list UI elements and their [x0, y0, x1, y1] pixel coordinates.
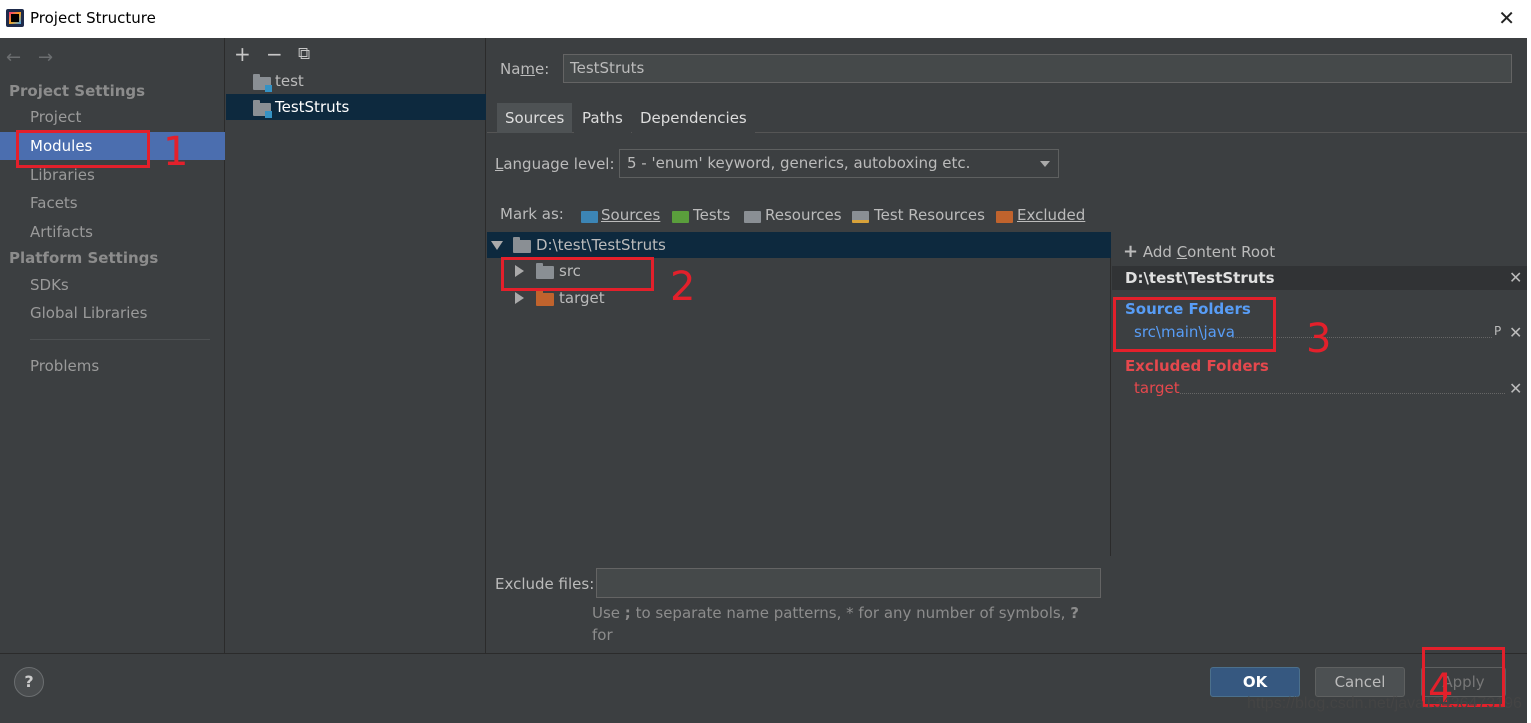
excluded-folder-path[interactable]: target — [1134, 379, 1180, 397]
language-level-label: Language level: — [495, 155, 615, 173]
remove-source-folder-icon[interactable]: ✕ — [1509, 323, 1522, 342]
project-settings-header: Project Settings — [9, 82, 146, 100]
annotation-number-3: 3 — [1306, 316, 1332, 362]
add-content-root-link[interactable]: + Add Content Root — [1123, 241, 1275, 262]
intellij-app-icon — [6, 9, 24, 27]
annotation-number-2: 2 — [670, 264, 696, 310]
back-arrow-icon[interactable]: ← — [6, 47, 21, 68]
tab-sources[interactable]: Sources — [497, 103, 573, 133]
sidebar-divider — [30, 339, 210, 340]
tab-dependencies[interactable]: Dependencies — [632, 103, 755, 133]
window-edge — [1527, 38, 1531, 723]
module-badge-icon — [265, 85, 272, 92]
annotation-number-1: 1 — [163, 129, 189, 175]
folder-icon — [513, 237, 531, 253]
mark-as-test-resources[interactable]: Test Resources — [874, 206, 985, 224]
exclude-files-input[interactable] — [596, 568, 1101, 598]
copy-module-icon[interactable]: ⧉ — [298, 44, 310, 64]
mark-as-label: Mark as: — [500, 205, 564, 223]
sidebar-item-global-libraries[interactable]: Global Libraries — [0, 299, 225, 327]
forward-arrow-icon[interactable]: → — [38, 47, 53, 68]
remove-excluded-folder-icon[interactable]: ✕ — [1509, 379, 1522, 398]
ok-button[interactable]: OK — [1210, 667, 1300, 697]
title-bar: Project Structure ✕ — [0, 0, 1531, 38]
exclude-files-label: Exclude files: — [495, 575, 595, 593]
sources-folder-icon — [581, 211, 598, 223]
mark-as-resources[interactable]: Resources — [765, 206, 842, 224]
language-level-value: 5 - 'enum' keyword, generics, autoboxing… — [627, 154, 971, 172]
mark-as-sources[interactable]: Sources — [601, 206, 660, 224]
resources-folder-icon — [744, 211, 761, 223]
mark-as-excluded[interactable]: Excluded — [1017, 206, 1085, 224]
module-label: test — [275, 72, 304, 90]
expand-triangle-icon[interactable] — [491, 241, 503, 250]
sidebar-item-facets[interactable]: Facets — [0, 189, 225, 217]
excluded-folder-icon — [996, 211, 1013, 223]
content-root-path: D:\test\TestStruts — [1125, 269, 1275, 287]
content-root-header: D:\test\TestStruts — [1112, 266, 1527, 290]
name-label: Name: — [500, 60, 550, 78]
collapse-triangle-icon[interactable] — [515, 292, 524, 304]
module-name-field[interactable]: TestStruts — [563, 54, 1512, 83]
tests-folder-icon — [672, 211, 689, 223]
remove-root-icon[interactable]: ✕ — [1509, 268, 1522, 287]
chevron-down-icon — [1040, 161, 1050, 167]
sidebar-item-project[interactable]: Project — [0, 103, 225, 131]
language-level-dropdown[interactable]: 5 - 'enum' keyword, generics, autoboxing… — [619, 149, 1059, 178]
annotation-box-3 — [1113, 297, 1276, 352]
sidebar-item-sdks[interactable]: SDKs — [0, 271, 225, 299]
excluded-folders-header: Excluded Folders — [1125, 357, 1269, 375]
test-resources-folder-icon — [852, 211, 869, 223]
watermark-text: https://blog.csdn.net/java13436473196 — [1247, 695, 1522, 712]
sidebar-item-artifacts[interactable]: Artifacts — [0, 218, 225, 246]
edit-properties-icon[interactable]: P — [1494, 324, 1501, 338]
window-title: Project Structure — [30, 9, 156, 27]
remove-module-icon[interactable]: − — [266, 42, 283, 66]
excluded-folder-icon — [536, 290, 554, 306]
content-roots-panel — [1112, 232, 1527, 653]
cancel-button[interactable]: Cancel — [1315, 667, 1405, 697]
window-close-button[interactable]: ✕ — [1498, 6, 1515, 30]
dotted-leader — [1180, 393, 1505, 394]
add-module-icon[interactable]: + — [234, 42, 251, 66]
tree-root-label: D:\test\TestStruts — [536, 236, 666, 254]
mark-as-tests[interactable]: Tests — [693, 206, 730, 224]
annotation-box-2 — [501, 257, 654, 291]
module-label: TestStruts — [275, 98, 350, 116]
module-list-panel — [226, 38, 486, 653]
module-badge-icon — [265, 111, 272, 118]
help-button[interactable]: ? — [14, 667, 44, 697]
tree-label-target: target — [559, 289, 605, 307]
platform-settings-header: Platform Settings — [9, 249, 159, 267]
sidebar-item-problems[interactable]: Problems — [0, 352, 225, 380]
tab-paths[interactable]: Paths — [574, 103, 631, 133]
annotation-box-1 — [16, 130, 150, 168]
